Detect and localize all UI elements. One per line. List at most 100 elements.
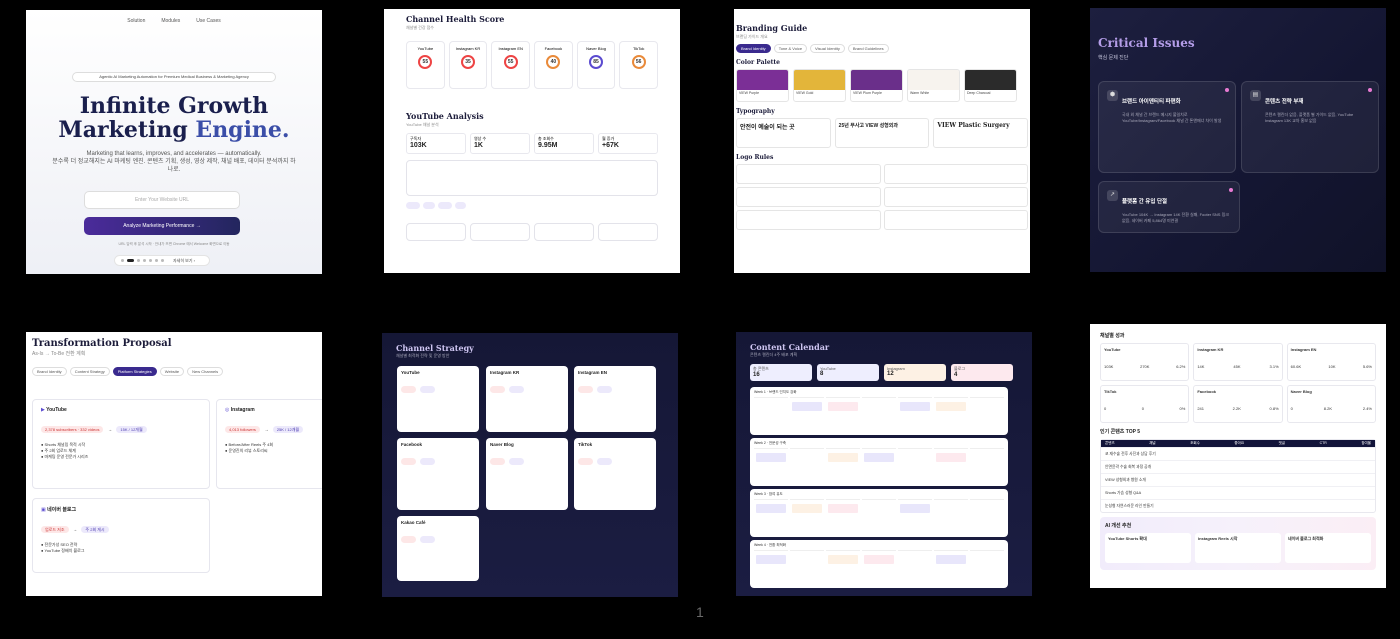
slide-thumbnail-critical-issues[interactable]: Critical Issues 핵심 문제 진단 ⬢ 브랜드 아이덴티티 파편화 … [1090,8,1386,272]
week-label: Week 1 · 브랜드 인지도 강화 [754,390,797,394]
pager-dot-active[interactable] [127,259,134,262]
slide-thumbnail-channel-performance[interactable]: 채널별 성과 YouTube 103K 270K 6.2% Instagram KR 1… [1090,324,1386,588]
tab-brand-guidelines[interactable]: Brand Guidelines [847,44,889,53]
column-header: 콘텐츠 [1105,441,1115,445]
tab-tone-voice[interactable]: Tone & Voice [773,44,808,53]
channel-card[interactable]: TikTok [574,438,656,510]
analyze-button[interactable]: Analyze Marketing Performance → [84,217,240,235]
color-swatch: Deep Charcoal [964,69,1017,102]
stat-card: 월 증가 +67K [598,133,658,154]
column-header: 조회수 [1190,441,1200,445]
table-row[interactable]: Shorts 가슴 성형 Q&A [1101,486,1375,499]
channel-name: Naver Blog [490,442,514,447]
platform-name: ▶ YouTube [41,407,201,413]
channel-metrics-grid: YouTube 103K 270K 6.2% Instagram KR 14K 45K 3.… [1100,343,1376,423]
pager-dot[interactable] [143,259,146,262]
pager-dot[interactable] [137,259,140,262]
row-title: Shorts 가슴 성형 Q&A [1105,491,1142,495]
channel-card[interactable]: Facebook [397,438,479,510]
status-pill [490,458,505,465]
alert-dot [1368,88,1372,92]
slide-thumbnail-hero[interactable]: Solution Modules Use Cases Agentic AI Ma… [26,10,322,274]
table-row[interactable]: 눈성형 자연스러운 라인 만들기 [1101,499,1375,512]
channel-name: Instagram KR [490,370,520,375]
tab-brand-identity[interactable]: Brand Identity [736,44,771,53]
tab-content-strategy[interactable]: Content Strategy [69,367,110,376]
channel-card[interactable]: Instagram EN [574,366,656,432]
slide-thumbnail-content-calendar[interactable]: Content Calendar 콘텐츠 캘린더 4주 배포 계획 총 콘텐츠 1… [736,332,1032,596]
slide-title: Critical Issues [1098,36,1195,50]
issue-title: 콘텐츠 전략 부재 [1265,99,1304,105]
keyword-pills [406,202,658,209]
tab-new-channels[interactable]: New Channels [187,367,224,376]
recommendation-card[interactable]: Instagram Reels 시작 [1195,533,1281,563]
slide-thumbnail-channel-strategy[interactable]: Channel Strategy 채널별 최적화 전략 및 운영 방안 YouT… [382,333,678,597]
kpi-value: 8 [820,371,824,377]
metric-value: 10K [1328,364,1336,369]
metric-value: 0 [1104,406,1107,411]
channel-card[interactable]: YouTube [397,366,479,432]
kpi-label: 블로그 [954,366,966,371]
swatch-color [965,70,1016,90]
section-title: Typography [736,108,775,115]
nav-modules[interactable]: Modules [161,18,180,24]
metric-channel: YouTube [1104,347,1121,352]
tab-website[interactable]: Website [159,367,185,376]
channel-name: Kakao Café [401,520,426,525]
pager-dot[interactable] [149,259,152,262]
target-pill [420,386,435,393]
issue-card: ↗ 플랫폼 간 유입 단절 YouTube 104K → Instagram 14… [1098,181,1240,233]
nav-solution[interactable]: Solution [127,18,145,24]
kpi-value: 4 [954,372,958,378]
asis-tobe-row: 4,013 followers → 25K / 12개월 [225,418,317,436]
target-pill [420,458,435,465]
table-row[interactable]: 코 재수술 전후 사진과 상담 후기 [1101,447,1375,460]
website-url-input[interactable]: Enter Your Website URL [84,191,240,209]
recommendation-card[interactable]: YouTube Shorts 확대 [1105,533,1191,563]
channel-card[interactable]: Kakao Café [397,516,479,581]
metric-value: 0.8% [1269,406,1279,411]
tab-platform-strategies[interactable]: Platform Strategies [112,367,157,376]
slide-thumbnail-channel-health[interactable]: Channel Health Score 채널별 건강 점수 YouTube 55… [384,9,680,273]
recommendation-card[interactable]: 네이버 블로그 최적화 [1285,533,1371,563]
video-item[interactable] [406,223,466,241]
typo-sample: VIEW Plastic Surgery [933,118,1029,148]
point-text: 마케팅 운영 전문가 시리즈 [44,454,89,459]
metric-card: Naver Blog 0 8.2K 2.4% [1286,385,1376,423]
swatch-label: VIEW Purple [739,91,760,95]
kpi-label: 총 콘텐츠 [753,366,769,371]
score-card: Instagram EN 55 [491,41,531,89]
table-row[interactable]: VIEW 성형외과 병원 소개 [1101,473,1375,486]
video-item[interactable] [534,223,594,241]
channel-card[interactable]: Naver Blog [486,438,568,510]
slide-thumbnail-transformation[interactable]: Transformation Proposal As-Is → To-Be 전환… [26,332,322,596]
metric-value: 5.6% [1362,364,1372,369]
tab-visual-identity[interactable]: Visual Identity [810,44,845,53]
tobe-pill: 15K / 12개월 [116,426,147,433]
slide-title: Channel Health Score [406,14,505,24]
nav-use-cases[interactable]: Use Cases [196,18,220,24]
column-header: 좋아요 [1234,441,1245,445]
pager-dot[interactable] [161,259,164,262]
section-title: Color Palette [736,59,781,66]
pager-more-link[interactable]: 자세히 보기 › [173,258,195,264]
channel-card[interactable]: Instagram KR [486,366,568,432]
table-row[interactable]: 안면윤곽 수술 회복 과정 공개 [1101,460,1375,473]
tab-brand-identity[interactable]: Brand Identity [32,367,67,376]
logo-rules [736,164,1028,230]
video-item[interactable] [598,223,658,241]
slide-subtitle: 핵심 문제 진단 [1098,55,1129,61]
point-text: 운영진의 리뷰 스토리씨 [228,448,268,453]
score-channel: TikTok [632,46,645,51]
score-ring: 56 [631,55,646,69]
pager-dot[interactable] [121,259,124,262]
metric-value: 2.4% [1362,406,1372,411]
pager-dot[interactable] [155,259,158,262]
swatch-label: VIEW Plum Purple [853,91,882,95]
slide-thumbnail-branding-guide[interactable]: Branding Guide 브랜딩 가이드 개요 Brand Identity… [734,9,1030,273]
metric-card: Instagram EN 60.6K 10K 5.6% [1286,343,1376,381]
kpi-card: Instagram 12 [884,364,946,381]
video-item[interactable] [470,223,530,241]
carousel-pager[interactable]: 자세히 보기 › [114,255,210,266]
tab-bar: Brand Identity Content Strategy Platform… [32,367,316,376]
